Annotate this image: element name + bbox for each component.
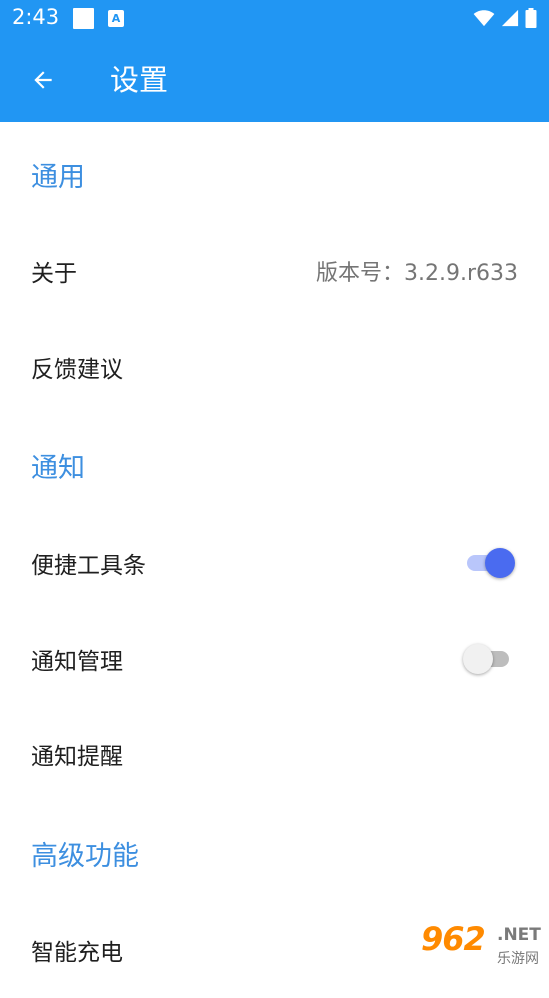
smart-charge-label: 智能充电 (31, 940, 123, 966)
notification-app-icon: A (108, 10, 124, 27)
notification-reminder-label: 通知提醒 (31, 744, 123, 770)
watermark-net: .NET (497, 925, 541, 945)
arrow-left-icon (34, 71, 52, 89)
status-time: 2:43 (12, 5, 60, 29)
quick-toolbar-label: 便捷工具条 (31, 553, 146, 579)
back-button[interactable] (22, 59, 64, 101)
page-title: 设置 (110, 63, 169, 97)
cell-signal-icon (501, 9, 519, 27)
notification-management-switch[interactable] (463, 643, 515, 675)
switch-thumb (463, 644, 493, 674)
section-header-notification: 通知 (31, 453, 85, 484)
quick-toolbar-switch[interactable] (463, 547, 515, 579)
notification-management-row[interactable]: 通知管理 (0, 611, 549, 707)
version-value: 版本号：3.2.9.r633 (315, 261, 518, 286)
about-row[interactable]: 关于 版本号：3.2.9.r633 (0, 223, 549, 319)
wifi-icon (473, 10, 495, 27)
status-bar: 2:43 A (0, 0, 549, 37)
notification-square-icon (73, 8, 94, 29)
about-label: 关于 (31, 261, 77, 287)
notification-management-label: 通知管理 (31, 649, 123, 675)
switch-thumb (485, 548, 515, 578)
notification-reminder-row[interactable]: 通知提醒 (0, 706, 549, 802)
watermark-logo: 962 .NET 乐游网 (413, 920, 543, 972)
feedback-row[interactable]: 反馈建议 (0, 319, 549, 415)
quick-toolbar-row[interactable]: 便捷工具条 (0, 515, 549, 611)
app-bar: 设置 (0, 37, 549, 122)
battery-icon (525, 8, 537, 28)
section-header-advanced: 高级功能 (31, 841, 139, 872)
watermark-site: 乐游网 (497, 951, 539, 967)
feedback-label: 反馈建议 (31, 357, 123, 383)
status-icons (473, 7, 537, 29)
watermark-number: 962 (421, 920, 486, 958)
section-header-general: 通用 (31, 162, 85, 193)
